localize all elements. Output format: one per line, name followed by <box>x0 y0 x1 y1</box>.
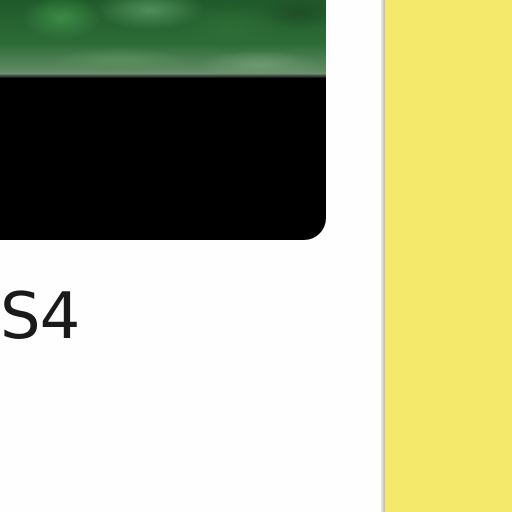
card-thumbnail-image[interactable] <box>0 0 326 78</box>
page: S4 <box>0 0 512 512</box>
card-title: S4 <box>0 280 80 354</box>
media-card[interactable] <box>0 0 326 240</box>
side-panel <box>385 0 512 512</box>
